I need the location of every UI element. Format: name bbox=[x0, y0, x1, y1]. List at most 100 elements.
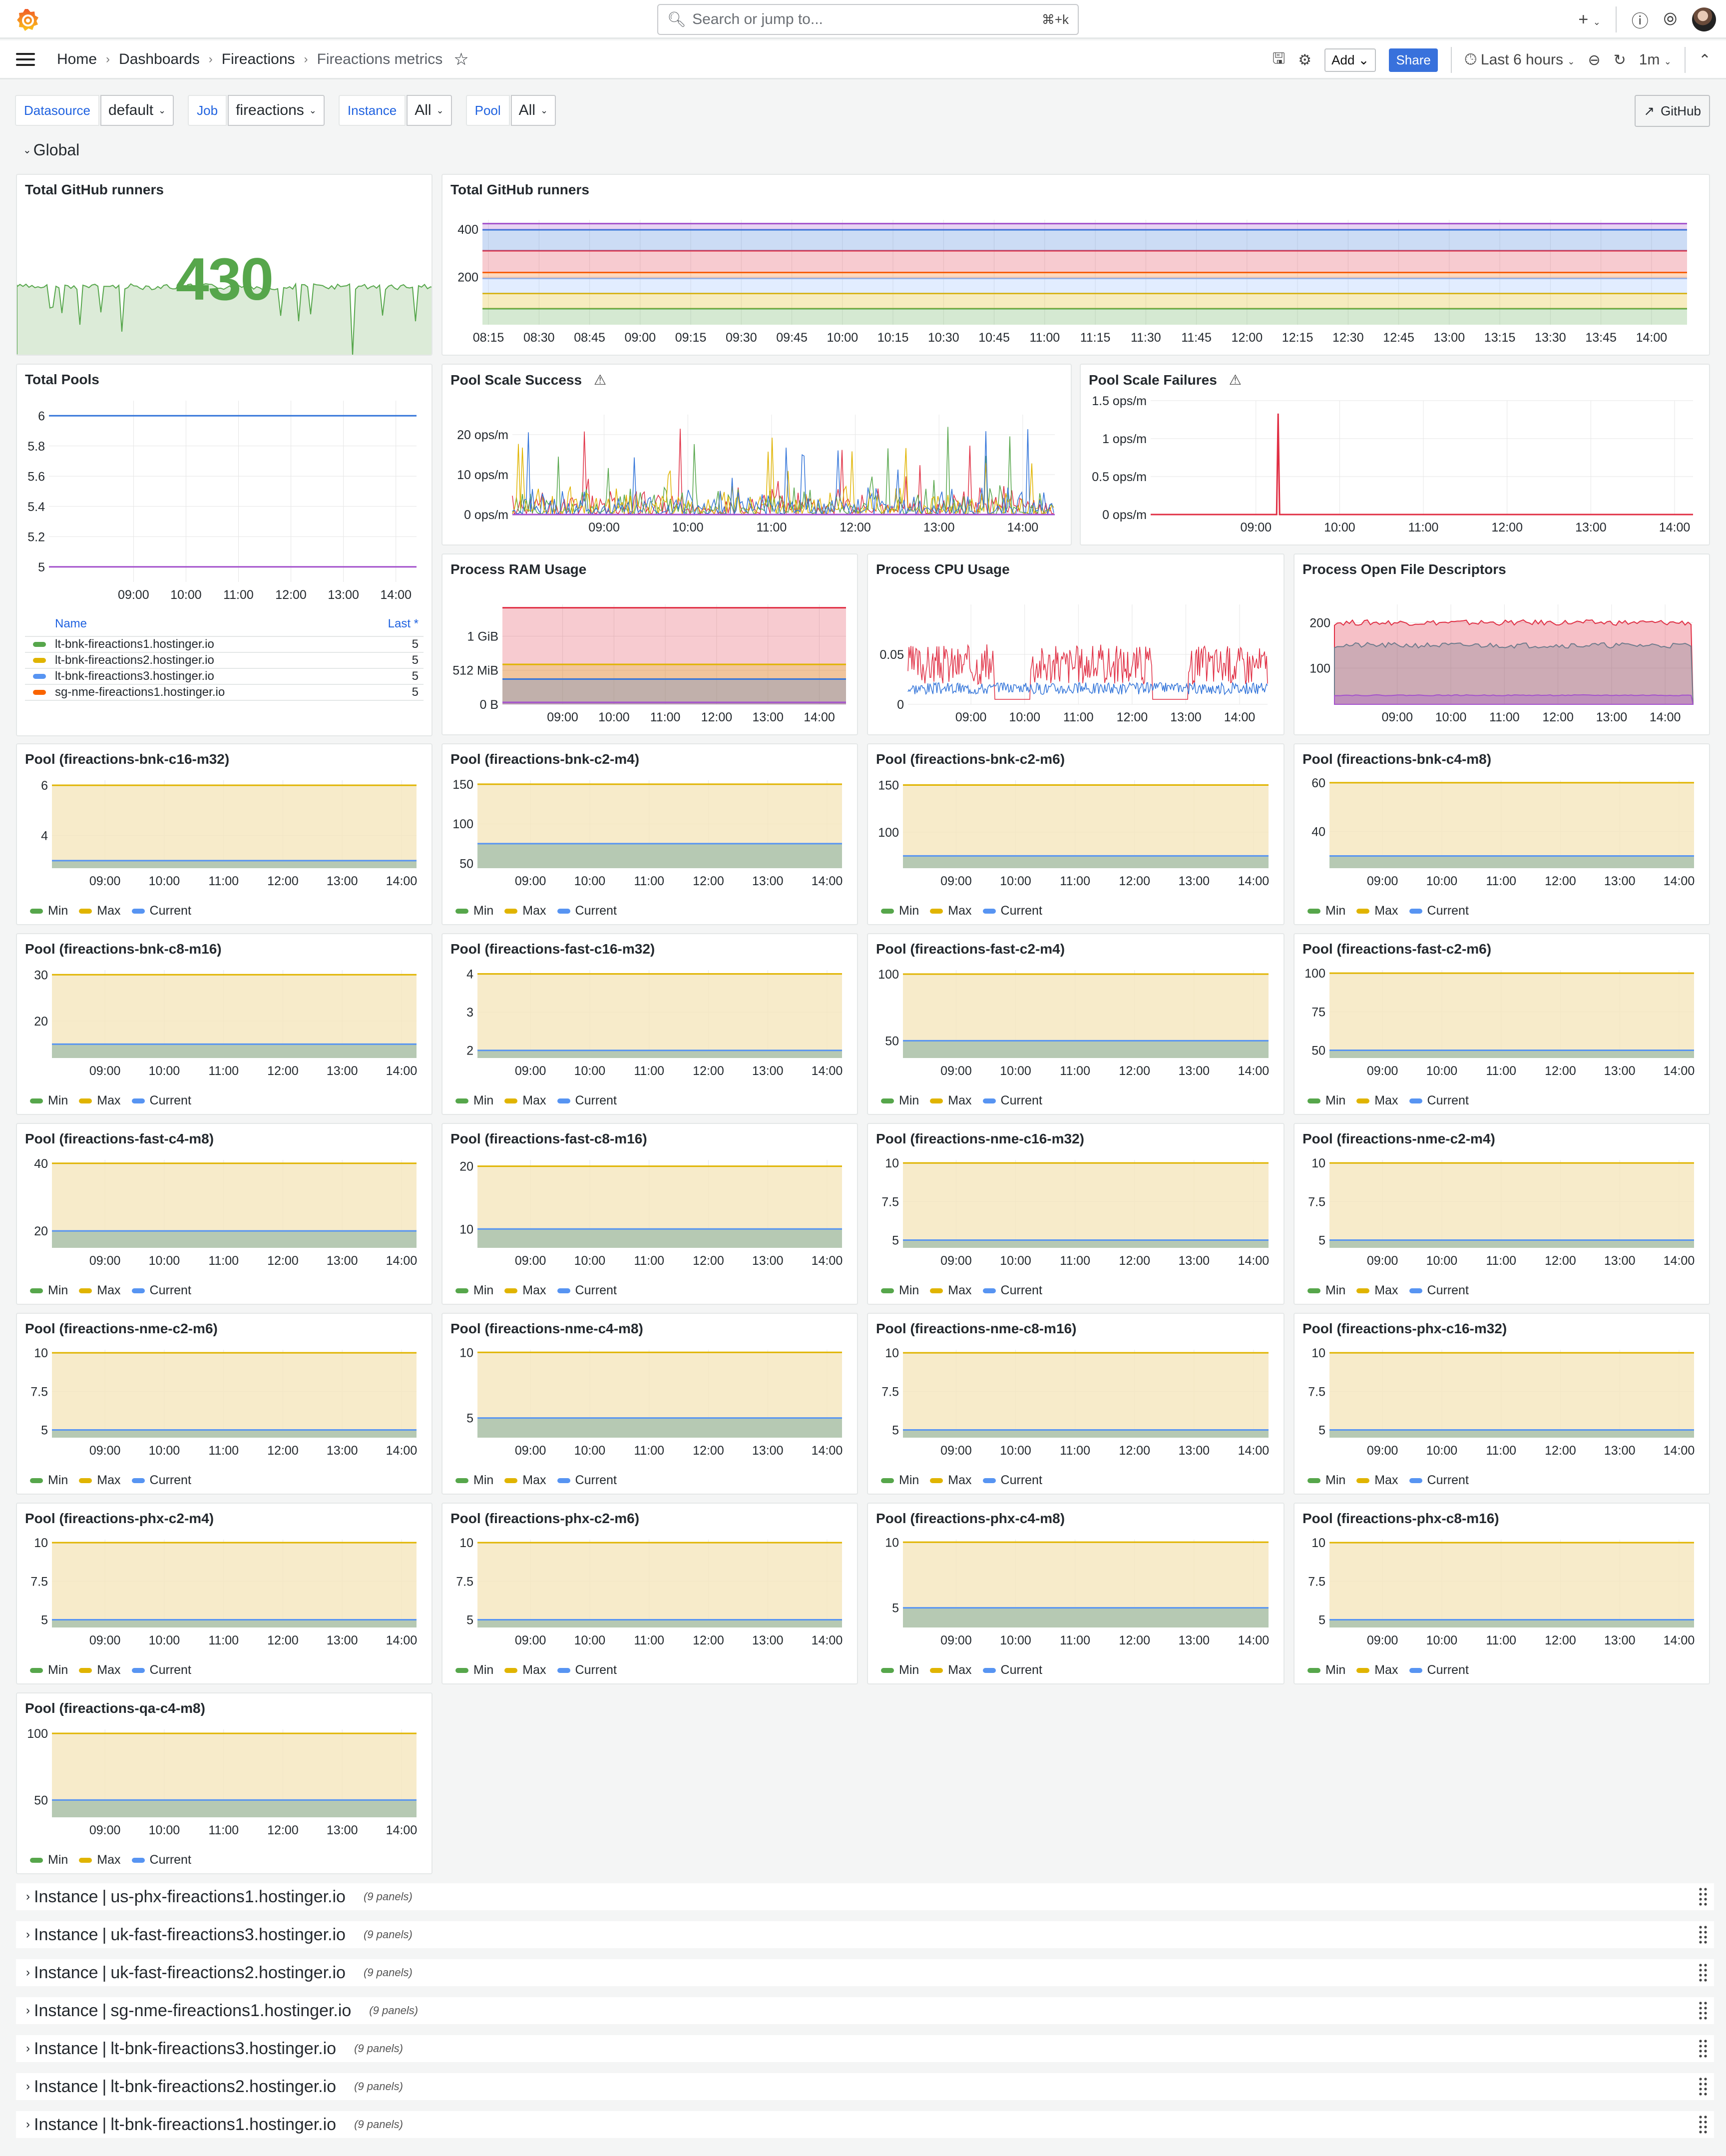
instance-row[interactable]: › Instance | uk-fast-fireactions2.hostin… bbox=[16, 1959, 1714, 1986]
share-button[interactable]: Share bbox=[1389, 48, 1438, 72]
panel-pool[interactable]: 5 7.5 10 09:00 10:00 11:00 12:00 13:00 14:00 Poo… bbox=[867, 1123, 1285, 1305]
legend-item[interactable]: Current bbox=[1409, 1093, 1469, 1108]
instance-row[interactable]: › Instance | uk-fast-fireactions3.hostin… bbox=[16, 1921, 1714, 1948]
panel-pool[interactable]: 50 100 09:00 10:00 11:00 12:00 13:00 14:00 Pool… bbox=[16, 1692, 432, 1874]
drag-handle-icon[interactable] bbox=[1698, 1887, 1708, 1907]
panel-process-cpu[interactable]: 0 0.05 09:00 10:00 11:00 12:00 13:00 14:00 Proc… bbox=[867, 553, 1285, 735]
legend-item[interactable]: Max bbox=[930, 1283, 972, 1298]
legend-item[interactable]: Min bbox=[1307, 1283, 1345, 1298]
user-avatar[interactable] bbox=[1692, 7, 1716, 31]
legend-item[interactable]: Min bbox=[30, 1473, 68, 1488]
legend-item[interactable]: Current bbox=[557, 904, 617, 918]
breadcrumb-folder[interactable]: Fireactions bbox=[222, 51, 295, 68]
search-input[interactable]: 🔍︎ Search or jump to... ⌘+k bbox=[657, 4, 1079, 35]
panel-pool[interactable]: 5 7.5 10 09:00 10:00 11:00 12:00 13:00 14:00 Poo… bbox=[441, 1503, 858, 1684]
warning-icon[interactable]: ⚠︎ bbox=[1229, 372, 1242, 388]
legend-item[interactable]: Max bbox=[1356, 904, 1398, 918]
legend-item[interactable]: Current bbox=[557, 1663, 617, 1677]
legend-item[interactable]: Current bbox=[982, 1093, 1042, 1108]
star-icon[interactable]: ☆ bbox=[453, 49, 468, 69]
legend-item[interactable]: Min bbox=[455, 1093, 493, 1108]
breadcrumb-home[interactable]: Home bbox=[57, 51, 97, 68]
drag-handle-icon[interactable] bbox=[1698, 2115, 1708, 2135]
new-menu-button[interactable]: + ⌄ bbox=[1578, 10, 1600, 29]
warning-icon[interactable]: ⚠︎ bbox=[594, 372, 606, 388]
panel-pool[interactable]: 5 7.5 10 09:00 10:00 11:00 12:00 13:00 14:00 Poo… bbox=[16, 1313, 432, 1495]
legend-item[interactable]: Min bbox=[30, 1093, 68, 1108]
series-line[interactable] bbox=[907, 681, 1268, 695]
legend-item[interactable]: Min bbox=[881, 1473, 919, 1488]
legend-item[interactable]: Max bbox=[79, 1663, 121, 1677]
legend-item[interactable]: Current bbox=[1409, 904, 1469, 918]
refresh-icon[interactable]: ↻ bbox=[1614, 51, 1626, 69]
legend-header-last[interactable]: Last * bbox=[388, 617, 419, 631]
time-picker[interactable]: 🕒︎ Last 6 hours ⌄ bbox=[1465, 51, 1575, 68]
panel-pool[interactable]: 20 40 09:00 10:00 11:00 12:00 13:00 14:00 Pool … bbox=[16, 1123, 432, 1305]
legend-header-name[interactable]: Name bbox=[55, 617, 87, 631]
job-select[interactable]: fireactions ⌄ bbox=[228, 95, 325, 126]
gear-icon[interactable]: ⚙ bbox=[1298, 51, 1311, 69]
grafana-logo-icon[interactable] bbox=[15, 7, 41, 33]
legend-item[interactable]: Min bbox=[455, 1663, 493, 1677]
panel-pool[interactable]: 50 75 100 09:00 10:00 11:00 12:00 13:00 14:00 Po… bbox=[1294, 933, 1710, 1115]
instance-row[interactable]: › Instance | lt-bnk-fireactions3.hosting… bbox=[16, 2035, 1714, 2062]
menu-toggle-icon[interactable] bbox=[16, 52, 35, 66]
legend-row[interactable]: lt-bnk-fireactions2.hostinger.io 5 bbox=[25, 653, 424, 669]
panel-pool[interactable]: 20 30 09:00 10:00 11:00 12:00 13:00 14:00 Pool … bbox=[16, 933, 432, 1115]
legend-item[interactable]: Min bbox=[1307, 1093, 1345, 1108]
help-icon[interactable]: ⓘ bbox=[1632, 7, 1649, 32]
drag-handle-icon[interactable] bbox=[1698, 2077, 1708, 2097]
legend-item[interactable]: Min bbox=[881, 1283, 919, 1298]
panel-pool[interactable]: 50 100 150 09:00 10:00 11:00 12:00 13:00 14:00 P… bbox=[441, 743, 858, 925]
datasource-select[interactable]: default ⌄ bbox=[100, 95, 174, 126]
panel-total-pools[interactable]: 5 5.2 5.4 5.6 5.8 6 09:00 10:00 11:00 12:00 13:00 1… bbox=[16, 364, 432, 736]
panel-pool[interactable]: 100 150 09:00 10:00 11:00 12:00 13:00 14:00 Poo… bbox=[867, 743, 1285, 925]
zoom-out-icon[interactable]: ⊖ bbox=[1588, 51, 1600, 69]
panel-pool[interactable]: 10 20 09:00 10:00 11:00 12:00 13:00 14:00 Pool … bbox=[441, 1123, 858, 1305]
panel-pool[interactable]: 40 60 09:00 10:00 11:00 12:00 13:00 14:00 Pool … bbox=[1294, 743, 1710, 925]
panel-total-runners-timeseries[interactable]: 200 400 08:15 08:30 08:45 09:00 09:15 09:30 09:4… bbox=[441, 174, 1710, 356]
series-line[interactable] bbox=[1151, 413, 1693, 516]
legend-item[interactable]: Max bbox=[79, 1853, 121, 1867]
save-icon[interactable]: 🖫︎ bbox=[1273, 47, 1286, 73]
refresh-interval-picker[interactable]: 1m ⌄ bbox=[1639, 51, 1672, 68]
legend-item[interactable]: Current bbox=[131, 1853, 191, 1867]
legend-item[interactable]: Current bbox=[131, 1663, 191, 1677]
row-global[interactable]: ⌄ Global bbox=[23, 141, 79, 159]
legend-item[interactable]: Max bbox=[930, 904, 972, 918]
legend-item[interactable]: Max bbox=[504, 1093, 546, 1108]
legend-row[interactable]: lt-bnk-fireactions1.hostinger.io 5 bbox=[25, 637, 424, 653]
legend-item[interactable]: Min bbox=[881, 904, 919, 918]
legend-item[interactable]: Min bbox=[30, 1283, 68, 1298]
legend-item[interactable]: Min bbox=[1307, 1663, 1345, 1677]
instance-row[interactable]: › Instance | sg-nme-fireactions1.hosting… bbox=[16, 1997, 1714, 2024]
panel-pool[interactable]: 5 10 09:00 10:00 11:00 12:00 13:00 14:00 Pool (… bbox=[441, 1313, 858, 1495]
panel-pool[interactable]: 50 100 09:00 10:00 11:00 12:00 13:00 14:00 Pool… bbox=[867, 933, 1285, 1115]
legend-item[interactable]: Max bbox=[504, 1473, 546, 1488]
legend-item[interactable]: Max bbox=[79, 1473, 121, 1488]
legend-item[interactable]: Current bbox=[982, 1473, 1042, 1488]
legend-item[interactable]: Current bbox=[131, 904, 191, 918]
breadcrumb-dashboards[interactable]: Dashboards bbox=[119, 51, 200, 68]
legend-item[interactable]: Min bbox=[30, 1663, 68, 1677]
legend-item[interactable]: Max bbox=[504, 1663, 546, 1677]
panel-process-ram[interactable]: 0 B 512 MiB 1 GiB 09:00 10:00 11:00 12:00 13:00… bbox=[441, 553, 858, 735]
instance-row[interactable]: › Instance | lt-bnk-fireactions2.hosting… bbox=[16, 2073, 1714, 2100]
github-link-button[interactable]: ↗ GitHub bbox=[1635, 95, 1710, 127]
legend-item[interactable]: Current bbox=[1409, 1663, 1469, 1677]
legend-item[interactable]: Min bbox=[1307, 1473, 1345, 1488]
pool-select[interactable]: All ⌄ bbox=[510, 95, 556, 126]
legend-item[interactable]: Min bbox=[881, 1663, 919, 1677]
legend-item[interactable]: Current bbox=[131, 1283, 191, 1298]
legend-item[interactable]: Min bbox=[881, 1093, 919, 1108]
news-feed-icon[interactable]: ⦾ bbox=[1664, 10, 1677, 29]
legend-item[interactable]: Current bbox=[982, 904, 1042, 918]
legend-item[interactable]: Current bbox=[131, 1093, 191, 1108]
legend-item[interactable]: Min bbox=[455, 1283, 493, 1298]
panel-pool[interactable]: 4 6 09:00 10:00 11:00 12:00 13:00 14:00 Pool (f… bbox=[16, 743, 432, 925]
legend-item[interactable]: Current bbox=[982, 1663, 1042, 1677]
legend-item[interactable]: Max bbox=[930, 1663, 972, 1677]
drag-handle-icon[interactable] bbox=[1698, 2001, 1708, 2021]
legend-item[interactable]: Max bbox=[1356, 1283, 1398, 1298]
panel-total-runners-stat[interactable]: Total GitHub runners 430 bbox=[16, 174, 432, 356]
